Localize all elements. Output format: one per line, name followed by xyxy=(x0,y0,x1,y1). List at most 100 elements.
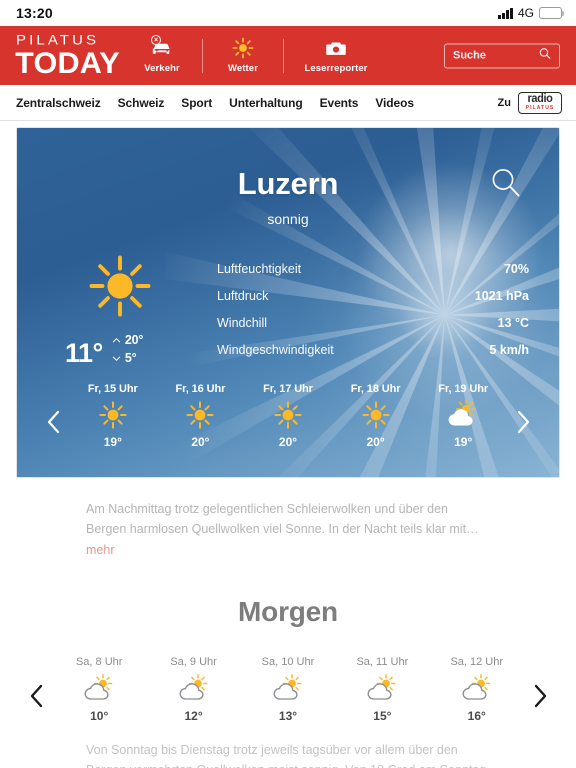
radio-pilatus-logo[interactable]: radio PILATUS xyxy=(518,91,562,114)
temperature-min: 5° xyxy=(124,351,137,366)
nav-zu-label: Zu xyxy=(497,96,511,109)
weather-main-row: 11° 20° 5° Luftfeuchtigkeit 70% Luftdruc… xyxy=(17,249,559,367)
weather-description-tomorrow: Von Sonntag bis Dienstag trotz jeweils t… xyxy=(0,723,576,768)
hourly-item[interactable]: Fr, 15 Uhr 19° xyxy=(80,383,146,449)
weather-temperature-group: 11° 20° 5° xyxy=(65,331,143,367)
sun-icon xyxy=(98,398,128,432)
status-bar: 13:20 4G xyxy=(0,0,576,26)
quick-link-leserreporter[interactable]: Leserreporter xyxy=(288,37,384,74)
stat-label: Luftdruck xyxy=(217,288,269,303)
hour-temp: 20° xyxy=(278,435,298,449)
logo-pilatus-today[interactable]: PILATUS TODAY xyxy=(15,32,120,80)
sun-cloud-outline-icon xyxy=(365,672,399,706)
nav-item-schweiz[interactable]: Schweiz xyxy=(118,96,165,110)
tomorrow-hourly-item[interactable]: Sa, 10 Uhr 13° xyxy=(255,656,321,723)
hour-temp: 12° xyxy=(184,709,203,724)
nav-item-videos[interactable]: Videos xyxy=(375,96,414,110)
tomorrow-hourly-item[interactable]: Sa, 8 Uhr 10° xyxy=(66,656,132,723)
stat-value: 5 km/h xyxy=(489,342,529,357)
logo-line-2: TODAY xyxy=(15,46,120,80)
weather-city-name: Luzern xyxy=(237,166,339,201)
hourly-next-button[interactable] xyxy=(507,397,537,435)
stat-row-pressure: Luftdruck 1021 hPa xyxy=(217,282,529,309)
traffic-alert-badge: × xyxy=(151,35,161,45)
weather-icon-temp-group: 11° 20° 5° xyxy=(17,249,217,367)
header-quick-links: × Verkehr Wetter Leserreporter xyxy=(126,35,384,74)
hour-temp: 19° xyxy=(454,435,473,449)
site-header: PILATUS TODAY × Verkehr Wetter Leserrepo… xyxy=(0,26,576,85)
weather-stats-list: Luftfeuchtigkeit 70% Luftdruck 1021 hPa … xyxy=(217,249,559,363)
radio-logo-line-2: PILATUS xyxy=(525,104,555,111)
hourly-items: Fr, 15 Uhr 19° Fr, 16 Uhr 20° Fr, 17 Uhr… xyxy=(69,383,507,449)
sun-cloud-outline-icon xyxy=(82,672,116,706)
header-divider-1 xyxy=(202,38,203,73)
sun-cloud-outline-icon xyxy=(177,672,211,706)
sun-cloud-outline-icon xyxy=(271,672,305,706)
nav-item-zentralschweiz[interactable]: Zentralschweiz xyxy=(16,96,101,110)
quick-link-verkehr[interactable]: × Verkehr xyxy=(126,35,198,74)
weather-hero-content: Luzern sonnig 11° 20° 5° Luftfeuchtigkei… xyxy=(17,128,559,367)
hourly-prev-button[interactable] xyxy=(39,397,69,435)
stat-value: 70% xyxy=(503,261,529,276)
hour-time: Fr, 19 Uhr xyxy=(438,383,489,395)
tomorrow-hourly-item[interactable]: Sa, 9 Uhr 12° xyxy=(161,656,227,723)
hour-time: Sa, 10 Uhr xyxy=(261,656,315,669)
hour-temp: 20° xyxy=(191,435,210,449)
nav-item-events[interactable]: Events xyxy=(320,96,359,110)
quick-link-wetter[interactable]: Wetter xyxy=(207,37,279,74)
nav-item-unterhaltung[interactable]: Unterhaltung xyxy=(229,96,303,110)
sun-cloud-icon xyxy=(446,398,480,432)
sun-icon xyxy=(273,398,303,432)
status-indicators: 4G xyxy=(498,6,565,20)
current-temperature: 11° xyxy=(65,338,103,369)
hour-time: Sa, 9 Uhr xyxy=(170,656,217,669)
temperature-max: 20° xyxy=(124,333,144,347)
tomorrow-hourly-item[interactable]: Sa, 12 Uhr 16° xyxy=(444,656,510,723)
tomorrow-prev-button[interactable] xyxy=(22,670,52,710)
hour-temp: 19° xyxy=(103,435,122,449)
battery-icon xyxy=(539,7,565,19)
stat-row-windspeed: Windgeschwindigkeit 5 km/h xyxy=(217,336,529,363)
description-text: Am Nachmittag trotz gelegentlichen Schle… xyxy=(86,502,479,536)
main-navigation: Zentralschweiz Schweiz Sport Unterhaltun… xyxy=(0,85,576,121)
stat-value: 13 °C xyxy=(497,315,529,330)
hour-temp: 16° xyxy=(467,709,486,724)
temperature-range: 20° 5° xyxy=(112,331,143,367)
chevron-down-icon xyxy=(112,356,120,361)
logo-line-1: PILATUS xyxy=(16,32,100,48)
camera-icon xyxy=(325,37,347,59)
hourly-item[interactable]: Fr, 18 Uhr 20° xyxy=(343,383,409,449)
sun-icon xyxy=(185,398,215,432)
hourly-item[interactable]: Fr, 19 Uhr 19° xyxy=(430,383,496,449)
search-icon xyxy=(539,47,551,65)
hour-time: Fr, 16 Uhr xyxy=(175,383,226,395)
tomorrow-section-title: Morgen xyxy=(238,596,338,628)
status-time: 13:20 xyxy=(16,5,53,21)
nav-right-group: Zu radio PILATUS xyxy=(497,91,562,114)
app-root: 13:20 4G PILATUS TODAY × Verkehr Wetter … xyxy=(0,0,576,768)
tomorrow-next-button[interactable] xyxy=(524,670,554,710)
hour-time: Fr, 15 Uhr xyxy=(87,383,138,395)
hourly-item[interactable]: Fr, 17 Uhr 20° xyxy=(255,383,321,449)
header-search-input[interactable]: Suche xyxy=(444,43,560,68)
tomorrow-forecast-strip: Sa, 8 Uhr 10° Sa, 9 Uhr 12° Sa, 10 Uhr 1… xyxy=(0,656,576,723)
quick-link-label: Verkehr xyxy=(144,63,180,74)
nav-item-sport[interactable]: Sport xyxy=(181,96,212,110)
cellular-signal-icon xyxy=(498,7,513,19)
stat-value: 1021 hPa xyxy=(474,288,529,303)
radio-logo-line-1: radio xyxy=(527,92,553,106)
hour-time: Fr, 18 Uhr xyxy=(350,383,401,395)
hour-temp: 10° xyxy=(90,709,109,724)
tomorrow-hourly-item[interactable]: Sa, 11 Uhr 15° xyxy=(349,656,415,723)
tomorrow-hourly-items: Sa, 8 Uhr 10° Sa, 9 Uhr 12° Sa, 10 Uhr 1… xyxy=(52,656,524,723)
read-more-link[interactable]: mehr xyxy=(86,541,488,561)
chevron-up-icon xyxy=(112,337,120,342)
hourly-item[interactable]: Fr, 16 Uhr 20° xyxy=(167,383,233,449)
sun-cloud-outline-icon xyxy=(460,672,494,706)
hour-time: Sa, 11 Uhr xyxy=(356,656,409,669)
stat-row-windchill: Windchill 13 °C xyxy=(217,309,529,336)
stat-label: Windgeschwindigkeit xyxy=(217,342,334,357)
temperature-min-row: 5° xyxy=(112,349,143,367)
hour-temp: 13° xyxy=(278,709,298,724)
hour-time: Sa, 12 Uhr xyxy=(450,656,504,669)
